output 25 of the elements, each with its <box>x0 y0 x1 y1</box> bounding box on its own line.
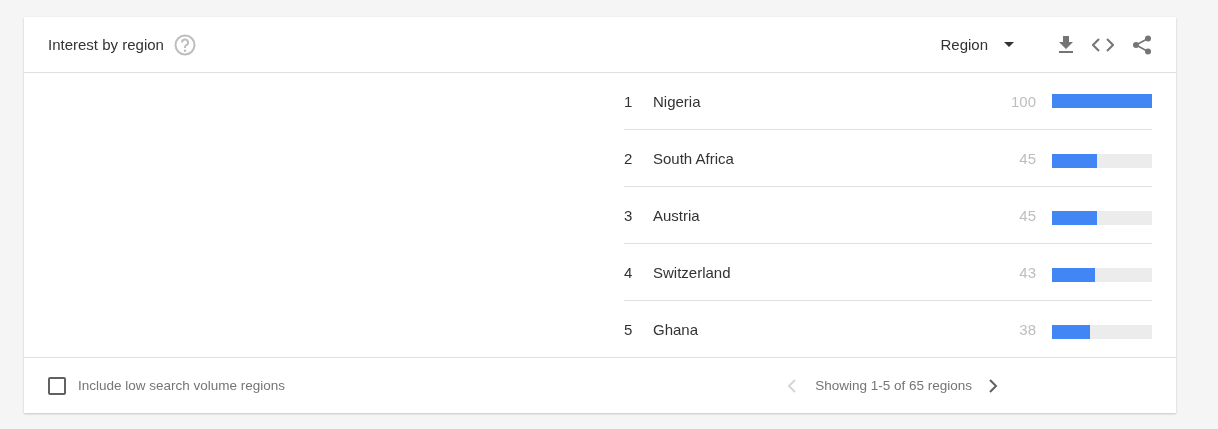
rank-number: 3 <box>624 206 634 224</box>
rank-number: 1 <box>624 92 634 110</box>
next-page-icon[interactable] <box>988 378 998 393</box>
code-icon[interactable] <box>1092 37 1114 52</box>
rank-number: 2 <box>624 149 634 167</box>
region-name[interactable]: Switzerland <box>653 263 1020 281</box>
rank-number: 4 <box>624 263 634 281</box>
interest-value: 100 <box>1010 92 1036 110</box>
region-name[interactable]: Ghana <box>653 320 1020 338</box>
region-name[interactable]: Austria <box>653 206 1020 224</box>
card-title: Interest by region <box>48 36 164 53</box>
interest-value: 38 <box>1019 320 1036 338</box>
region-name[interactable]: South Africa <box>653 149 1020 167</box>
region-dropdown[interactable]: Region <box>940 36 1014 53</box>
caret-icon <box>1004 42 1014 47</box>
pagination-text: Showing 1-5 of 65 regions <box>815 378 972 393</box>
download-icon[interactable] <box>1058 35 1074 54</box>
checkbox-label[interactable]: Include low search volume regions <box>78 378 286 393</box>
share-icon[interactable] <box>1132 34 1152 55</box>
interest-value: 43 <box>1019 263 1036 281</box>
region-name[interactable]: Nigeria <box>653 92 1011 110</box>
checkbox[interactable] <box>48 376 66 395</box>
rank-number: 5 <box>624 320 634 338</box>
interest-value: 45 <box>1019 149 1036 167</box>
interest-value: 45 <box>1019 206 1036 224</box>
